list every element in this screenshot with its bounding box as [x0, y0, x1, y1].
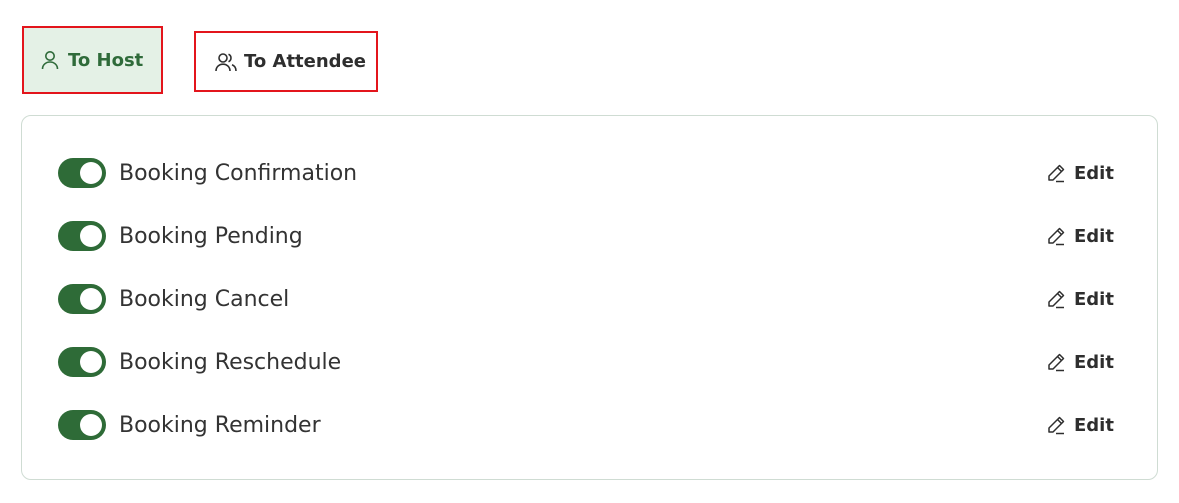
notification-row: Booking Reminder Edit: [22, 405, 1157, 445]
edit-button-label: Edit: [1074, 414, 1114, 436]
pencil-icon: [1046, 163, 1066, 183]
booking-pending-toggle[interactable]: [58, 221, 106, 251]
edit-button[interactable]: Edit: [1046, 352, 1114, 373]
edit-button-label: Edit: [1074, 288, 1114, 310]
pencil-icon: [1046, 289, 1066, 309]
notification-label: Booking Pending: [119, 223, 303, 249]
user-icon: [41, 50, 59, 70]
toggle-knob: [80, 225, 102, 247]
notification-settings-panel: Booking Confirmation Edit Booking Pendin…: [21, 115, 1158, 480]
pencil-icon: [1046, 415, 1066, 435]
pencil-icon: [1046, 226, 1066, 246]
notification-label: Booking Cancel: [119, 286, 290, 312]
toggle-knob: [80, 162, 102, 184]
toggle-knob: [80, 288, 102, 310]
users-icon: [215, 52, 237, 72]
edit-button-label: Edit: [1074, 225, 1114, 247]
tab-to-attendee-label: To Attendee: [244, 51, 366, 72]
notification-row: Booking Reschedule Edit: [22, 342, 1157, 382]
booking-cancel-toggle[interactable]: [58, 284, 106, 314]
tab-to-host[interactable]: To Host: [22, 26, 163, 94]
edit-button[interactable]: Edit: [1046, 289, 1114, 310]
notification-label: Booking Confirmation: [119, 160, 358, 186]
notification-label: Booking Reminder: [119, 412, 321, 438]
edit-button[interactable]: Edit: [1046, 163, 1114, 184]
booking-confirmation-toggle[interactable]: [58, 158, 106, 188]
notification-label: Booking Reschedule: [119, 349, 342, 375]
notification-row: Booking Confirmation Edit: [22, 153, 1157, 193]
edit-button[interactable]: Edit: [1046, 226, 1114, 247]
recipient-tabs: To Host To Attendee: [0, 0, 1179, 110]
toggle-knob: [80, 351, 102, 373]
tab-to-host-label: To Host: [68, 49, 144, 71]
notification-row: Booking Cancel Edit: [22, 279, 1157, 319]
edit-button[interactable]: Edit: [1046, 415, 1114, 436]
booking-reschedule-toggle[interactable]: [58, 347, 106, 377]
booking-reminder-toggle[interactable]: [58, 410, 106, 440]
toggle-knob: [80, 414, 102, 436]
notification-row: Booking Pending Edit: [22, 216, 1157, 256]
edit-button-label: Edit: [1074, 351, 1114, 373]
tab-to-attendee[interactable]: To Attendee: [194, 31, 378, 92]
pencil-icon: [1046, 352, 1066, 372]
edit-button-label: Edit: [1074, 162, 1114, 184]
